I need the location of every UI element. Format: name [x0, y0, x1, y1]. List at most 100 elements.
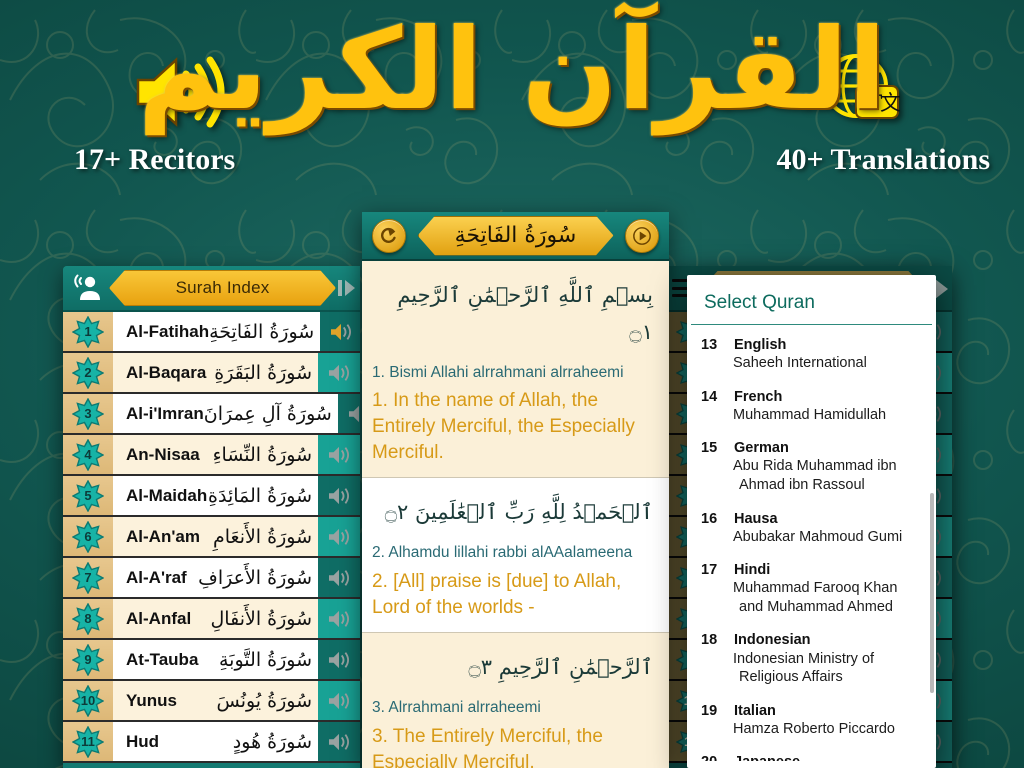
ayah-translation: 2. [All] praise is [due] to Allah, Lord … — [372, 571, 622, 618]
app-root: T 文 القرآن الكريم 17+ Recitors 40+ Trans… — [0, 0, 1024, 768]
app-title-arabic: القرآن الكريم — [137, 5, 889, 135]
translation-index: 15 — [701, 440, 718, 457]
surah-name: Al-i'Imran — [126, 403, 204, 423]
surah-name-arabic: سُورَةُ التَّوبَةِ — [219, 648, 312, 671]
speaker-icon — [329, 692, 349, 709]
surah-number: 6 — [84, 529, 92, 544]
surah-number: 11 — [81, 734, 95, 749]
star-badge-icon: 2 — [72, 356, 104, 389]
translation-language: Hausa — [734, 510, 778, 527]
translation-option-header: 18 Indonesian — [701, 631, 922, 649]
translation-index: 19 — [701, 702, 718, 719]
speaker-icon — [329, 364, 349, 381]
back-button[interactable] — [372, 218, 406, 253]
ayah-block[interactable]: ٱلۡحَمۡدُ لِلَّهِ رَبِّ ٱلۡعَٰلَمِينَ ۝٢… — [362, 478, 669, 634]
surah-row[interactable]: 3 Al-i'Imran سُورَةُ آلِ عِمرَانَ — [63, 394, 360, 435]
surah-play-button[interactable] — [318, 476, 360, 515]
surah-row[interactable]: 2 Al-Baqara سُورَةُ البَقَرَةِ — [63, 353, 360, 394]
translation-option[interactable]: 15 German Abu Rida Muhammad ibn Ahmad ibn … — [687, 437, 936, 507]
surah-play-button[interactable] — [318, 517, 360, 556]
surah-number: 8 — [84, 611, 92, 626]
translation-index: 14 — [701, 388, 718, 405]
surah-row[interactable]: 10 Yunus سُورَةُ يُونُسَ — [63, 681, 360, 722]
surah-name-arabic: سُورَةُ هُودٍ — [232, 730, 312, 753]
surah-play-button[interactable] — [318, 640, 360, 679]
translation-index: 13 — [701, 337, 718, 353]
surah-row[interactable]: 5 Al-Maidah سُورَةُ المَائِدَةِ — [63, 476, 360, 517]
select-quran-dialog[interactable]: Select Quran 13 English Saheeh Internation… — [687, 275, 936, 768]
ayah-block[interactable]: ٱلرَّحۡمَٰنِ ٱلرَّحِيمِ ۝٣ 3. Alrrahmani … — [362, 633, 669, 768]
surah-row[interactable]: 4 An-Nisaa سُورَةُ النِّسَاءِ — [63, 435, 360, 476]
surah-play-button[interactable] — [318, 681, 360, 720]
translation-option[interactable]: 13 English Saheeh International — [687, 334, 936, 386]
translation-translator: Abubakar Mahmoud Gumi — [733, 528, 903, 545]
surah-name-arabic: سُورَةُ الفَاتِحَةِ — [209, 320, 315, 343]
surah-number: 9 — [84, 652, 92, 667]
translation-translator: Hamza Roberto Piccardo — [733, 720, 895, 737]
translation-index: 16 — [701, 510, 718, 527]
surah-row[interactable]: 8 Al-Anfal سُورَةُ الأَنفَالِ — [63, 599, 360, 640]
surah-name: Al-Maidah — [126, 485, 208, 505]
surah-number: 5 — [84, 488, 92, 503]
ayah-transliteration: 2. Alhamdu lillahi rabbi alAAalameena — [372, 544, 633, 562]
surah-name: Al-Fatihah — [126, 321, 210, 341]
ayah-transliteration: 3. Alrrahmani alrraheemi — [372, 699, 541, 717]
translation-language: Hindi — [734, 562, 771, 579]
surah-index-panel: Surah Index 1 Al-Fatihah سُورَةُ الفَاتِحَ… — [63, 266, 360, 768]
translation-option[interactable]: 20 Japanese — [687, 751, 936, 761]
surah-name: Yunus — [126, 690, 178, 710]
reciters-count-label: 17+ Recitors — [74, 143, 236, 176]
dialog-scrollbar[interactable] — [930, 493, 934, 693]
surah-play-button[interactable] — [318, 353, 360, 392]
star-badge-icon: 11 — [72, 725, 104, 758]
translation-option[interactable]: 17 Hindi Muhammad Farooq Khan and Muhammad… — [687, 559, 936, 629]
star-badge-icon: 9 — [72, 643, 104, 676]
ayah-list[interactable]: بِسۡمِ ٱللَّهِ ٱلرَّحۡمَٰنِ ٱلرَّحِيمِ ۝… — [362, 261, 669, 768]
surah-play-button[interactable] — [318, 599, 360, 638]
surah-name-arabic: سُورَةُ المَائِدَةِ — [208, 484, 312, 507]
surah-row[interactable]: 1 Al-Fatihah سُورَةُ الفَاتِحَةِ — [63, 312, 360, 353]
surah-index-title[interactable]: Surah Index — [109, 270, 336, 306]
ayah-block[interactable]: بِسۡمِ ٱللَّهِ ٱلرَّحۡمَٰنِ ٱلرَّحِيمِ ۝… — [362, 261, 669, 479]
ayah-arabic-text: بِسۡمِ ٱللَّهِ ٱلرَّحۡمَٰنِ ٱلرَّحِيمِ ۝… — [397, 283, 653, 344]
surah-row-list[interactable]: 1 Al-Fatihah سُورَةُ الفَاتِحَةِ 2 Al-Baqara… — [63, 312, 360, 768]
speaker-icon — [331, 323, 352, 340]
surah-row[interactable]: 6 Al-An'am سُورَةُ الأَنعَامِ — [63, 517, 360, 558]
translation-option[interactable]: 14 French Muhammad Hamidullah — [687, 386, 936, 438]
translation-translator: Saheeh International — [733, 355, 867, 372]
surah-row[interactable]: 7 Al-A'raf سُورَةُ الأَعرَافِ — [63, 558, 360, 599]
current-surah-title[interactable]: سُورَةُ الفَاتِحَةِ — [417, 215, 614, 256]
surah-name-arabic: سُورَةُ يُونُسَ — [216, 689, 312, 712]
surah-number-cell: 10 — [63, 681, 113, 720]
translation-translator: Abu Rida Muhammad ibn Ahmad ibn Rassoul — [733, 458, 897, 494]
surah-row[interactable]: 9 At-Tauba سُورَةُ التَّوبَةِ — [63, 640, 360, 681]
surah-number: 2 — [84, 365, 92, 380]
surah-name-arabic: سُورَةُ الأَنفَالِ — [210, 607, 312, 630]
surah-play-button[interactable] — [320, 312, 360, 351]
translation-option-header: 19 Italian — [701, 702, 922, 720]
play-button[interactable] — [625, 218, 659, 253]
surah-row[interactable]: 11 Hud سُورَةُ هُودٍ — [63, 722, 360, 763]
translation-option[interactable]: 19 Italian Hamza Roberto Piccardo — [687, 700, 936, 752]
surah-number: 1 — [84, 324, 92, 339]
ayah-reader-panel: سُورَةُ الفَاتِحَةِ بِسۡمِ ٱللَّهِ ٱلرَّ… — [362, 212, 669, 768]
translation-option[interactable]: 18 Indonesian Indonesian Ministry of Relig… — [687, 629, 936, 699]
surah-play-button[interactable] — [318, 435, 360, 474]
surah-name: At-Tauba — [126, 649, 199, 669]
translation-language: German — [734, 440, 789, 457]
surah-name: Al-A'raf — [126, 567, 187, 587]
translation-option-header: 17 Hindi — [701, 561, 922, 579]
surah-play-button[interactable] — [318, 558, 360, 597]
surah-number: 10 — [80, 693, 96, 708]
translation-option-list[interactable]: 13 English Saheeh International 14 French Muh… — [687, 325, 936, 761]
translation-option[interactable]: 16 Hausa Abubakar Mahmoud Gumi — [687, 508, 936, 560]
translation-option-header: 15 German — [701, 439, 922, 457]
surah-play-button[interactable] — [318, 722, 360, 761]
pager-next-icon[interactable] — [338, 278, 356, 298]
translation-language: Italian — [734, 702, 776, 719]
play-icon — [633, 226, 651, 245]
surah-name-arabic: سُورَةُ الأَعرَافِ — [198, 566, 312, 589]
surah-name-arabic: سُورَةُ النِّسَاءِ — [212, 443, 312, 466]
surah-play-button[interactable] — [337, 394, 360, 433]
person-broadcast-icon[interactable] — [73, 273, 103, 303]
